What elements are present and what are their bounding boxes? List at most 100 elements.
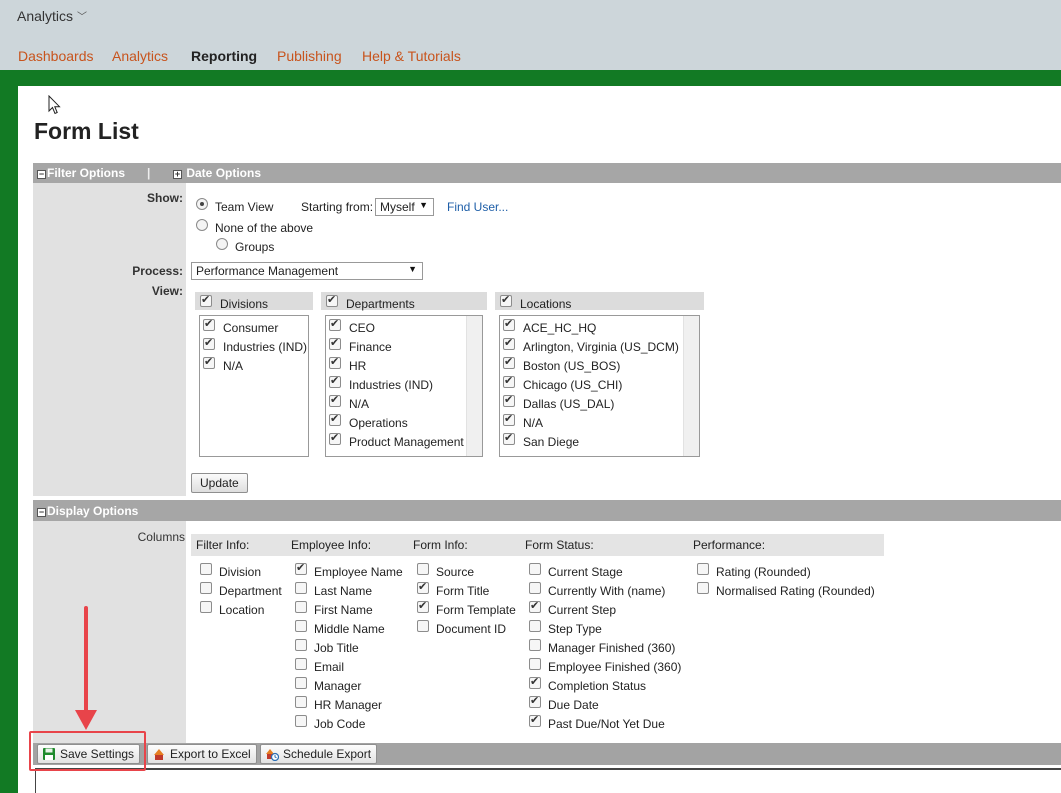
filter-options-bar: − Filter Options | + Date Options xyxy=(33,163,1061,183)
form-info-column-checkbox[interactable] xyxy=(417,620,429,632)
departments-scrollbar[interactable] xyxy=(466,316,482,456)
form-status-column-label: Employee Finished (360) xyxy=(548,660,682,674)
green-frame-top xyxy=(0,70,1061,86)
starting-from-select[interactable]: Myself ▼ xyxy=(375,198,434,216)
department-item: Operations xyxy=(349,416,408,430)
filter-info-column-checkbox[interactable] xyxy=(200,582,212,594)
filter-options-toggle[interactable]: − Filter Options xyxy=(37,166,125,180)
department-checkbox[interactable] xyxy=(329,355,341,369)
department-checkbox[interactable] xyxy=(329,317,341,331)
performance-column-checkbox[interactable] xyxy=(697,563,709,575)
division-item: N/A xyxy=(223,359,244,373)
location-item: Arlington, Virginia (US_DCM) xyxy=(523,340,679,354)
employee-info-column-checkbox[interactable] xyxy=(295,601,307,613)
content-divider xyxy=(35,768,1061,770)
divisions-header-label: Divisions xyxy=(220,297,269,311)
location-checkbox[interactable] xyxy=(503,374,515,388)
department-item: N/A xyxy=(349,397,370,411)
form-status-column-checkbox[interactable] xyxy=(529,675,541,689)
department-checkbox[interactable] xyxy=(329,393,341,407)
nav-analytics[interactable]: Analytics xyxy=(112,48,168,64)
locations-all-checkbox[interactable] xyxy=(500,293,512,307)
location-checkbox[interactable] xyxy=(503,317,515,331)
form-status-column-checkbox[interactable] xyxy=(529,582,541,594)
department-item: Finance xyxy=(349,340,392,354)
locations-scrollbar[interactable] xyxy=(683,316,699,456)
groups-radio[interactable] xyxy=(216,238,228,250)
nav-publishing[interactable]: Publishing xyxy=(277,48,342,64)
location-checkbox[interactable] xyxy=(503,355,515,369)
employee-info-column-checkbox[interactable] xyxy=(295,715,307,727)
form-status-column-checkbox[interactable] xyxy=(529,599,541,613)
employee-info-column-checkbox[interactable] xyxy=(295,582,307,594)
display-options-bar: − Display Options xyxy=(33,500,1061,521)
department-checkbox[interactable] xyxy=(329,431,341,445)
location-item: San Diege xyxy=(523,435,580,449)
location-checkbox[interactable] xyxy=(503,431,515,445)
division-checkbox[interactable] xyxy=(203,317,215,331)
date-options-toggle[interactable]: + Date Options xyxy=(173,166,261,180)
team-view-radio[interactable] xyxy=(196,198,208,210)
filter-info-header: Filter Info: xyxy=(196,538,250,552)
form-status-column-checkbox[interactable] xyxy=(529,620,541,632)
location-checkbox[interactable] xyxy=(503,393,515,407)
content-border-left xyxy=(35,770,36,793)
form-info-column-checkbox[interactable] xyxy=(417,599,429,613)
employee-info-column-label: Employee Name xyxy=(314,565,403,579)
divisions-all-checkbox[interactable] xyxy=(200,293,212,307)
nav-reporting[interactable]: Reporting xyxy=(191,48,257,64)
department-checkbox[interactable] xyxy=(329,374,341,388)
form-status-column-checkbox[interactable] xyxy=(529,658,541,670)
form-info-column-checkbox[interactable] xyxy=(417,580,429,594)
mouse-cursor-icon xyxy=(48,95,61,115)
form-info-column-label: Form Template xyxy=(436,603,516,617)
departments-header-label: Departments xyxy=(346,297,415,311)
employee-info-column-checkbox[interactable] xyxy=(295,696,307,708)
form-status-column-checkbox[interactable] xyxy=(529,639,541,651)
form-status-column-label: Current Step xyxy=(548,603,617,617)
employee-info-column-checkbox[interactable] xyxy=(295,561,307,575)
form-info-header: Form Info: xyxy=(413,538,468,552)
top-header: Analytics ﹀ Dashboards Analytics Reportin… xyxy=(0,0,1061,70)
export-excel-button[interactable]: Export to Excel xyxy=(147,744,257,764)
find-user-link[interactable]: Find User... xyxy=(447,200,508,214)
employee-info-column-checkbox[interactable] xyxy=(295,620,307,632)
collapse-icon: − xyxy=(37,169,46,179)
employee-info-column-checkbox[interactable] xyxy=(295,639,307,651)
location-checkbox[interactable] xyxy=(503,336,515,350)
app-switcher[interactable]: Analytics ﹀ xyxy=(17,8,87,24)
display-options-toggle[interactable]: − Display Options xyxy=(37,504,138,518)
process-select[interactable]: Performance Management ▼ xyxy=(191,262,423,280)
location-item: ACE_HC_HQ xyxy=(523,321,597,335)
update-button[interactable]: Update xyxy=(191,473,248,493)
form-status-column-checkbox[interactable] xyxy=(529,563,541,575)
division-checkbox[interactable] xyxy=(203,355,215,369)
form-status-column-label: Current Stage xyxy=(548,565,623,579)
team-view-label: Team View xyxy=(215,200,274,214)
filter-info-column-label: Division xyxy=(219,565,262,579)
employee-info-column-checkbox[interactable] xyxy=(295,658,307,670)
performance-header: Performance: xyxy=(693,538,766,552)
location-checkbox[interactable] xyxy=(503,412,515,426)
department-checkbox[interactable] xyxy=(329,412,341,426)
filter-info-column-checkbox[interactable] xyxy=(200,601,212,613)
nav-dashboards[interactable]: Dashboards xyxy=(18,48,94,64)
form-status-header: Form Status: xyxy=(525,538,594,552)
department-checkbox[interactable] xyxy=(329,336,341,350)
employee-info-column-checkbox[interactable] xyxy=(295,677,307,689)
none-above-radio[interactable] xyxy=(196,219,208,231)
separator: | xyxy=(147,166,151,180)
form-info-column-checkbox[interactable] xyxy=(417,563,429,575)
division-checkbox[interactable] xyxy=(203,336,215,350)
form-status-column-checkbox[interactable] xyxy=(529,694,541,708)
performance-column-checkbox[interactable] xyxy=(697,582,709,594)
performance-column-label: Normalised Rating (Rounded) xyxy=(716,584,875,598)
schedule-export-button[interactable]: Schedule Export xyxy=(260,744,378,764)
form-info-column-label: Form Title xyxy=(436,584,490,598)
form-status-column-checkbox[interactable] xyxy=(529,713,541,727)
nav-help-tutorials[interactable]: Help & Tutorials xyxy=(362,48,461,64)
form-status-column-label: Currently With (name) xyxy=(548,584,666,598)
filter-info-column-checkbox[interactable] xyxy=(200,563,212,575)
departments-all-checkbox[interactable] xyxy=(326,293,338,307)
form-status-column-label: Manager Finished (360) xyxy=(548,641,676,655)
